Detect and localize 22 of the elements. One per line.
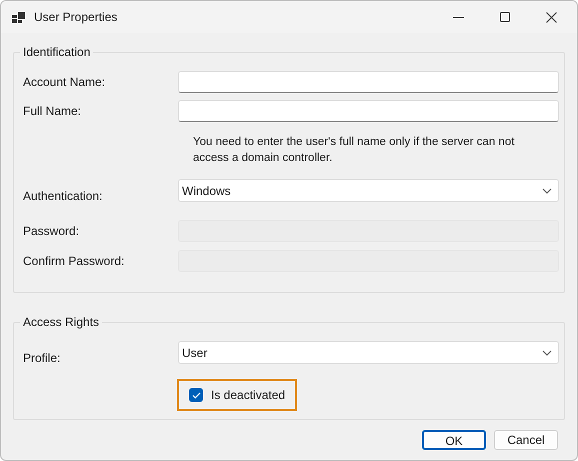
dropdown-field[interactable]: User: [178, 341, 559, 364]
dialog-button[interactable]: OK: [422, 430, 486, 450]
minimize-icon[interactable]: [453, 16, 464, 18]
input-field[interactable]: [178, 100, 559, 122]
maximize-icon[interactable]: [500, 12, 510, 22]
field-label: Authentication:: [22, 188, 104, 205]
field-label: Password:: [22, 223, 80, 240]
checkbox[interactable]: Is deactivated: [177, 379, 298, 411]
chevron-down-icon: [542, 350, 552, 356]
field-label: Confirm Password:: [22, 253, 126, 270]
dialog-button[interactable]: Cancel: [494, 430, 558, 450]
checkmark-icon: [192, 392, 200, 398]
field-label: Profile:: [22, 350, 62, 367]
close-icon[interactable]: [546, 12, 557, 22]
field-label: Account Name:: [22, 74, 106, 91]
chevron-down-icon: [542, 188, 552, 194]
input-field[interactable]: [178, 71, 559, 93]
dropdown-field[interactable]: Windows: [178, 179, 559, 202]
window-title: User Properties: [34, 9, 118, 26]
field-label: Full Name:: [22, 103, 82, 120]
app-icon: [12, 12, 25, 22]
help-text: You need to enter the user's full name only if the server can not access a domain controller.: [193, 135, 516, 166]
